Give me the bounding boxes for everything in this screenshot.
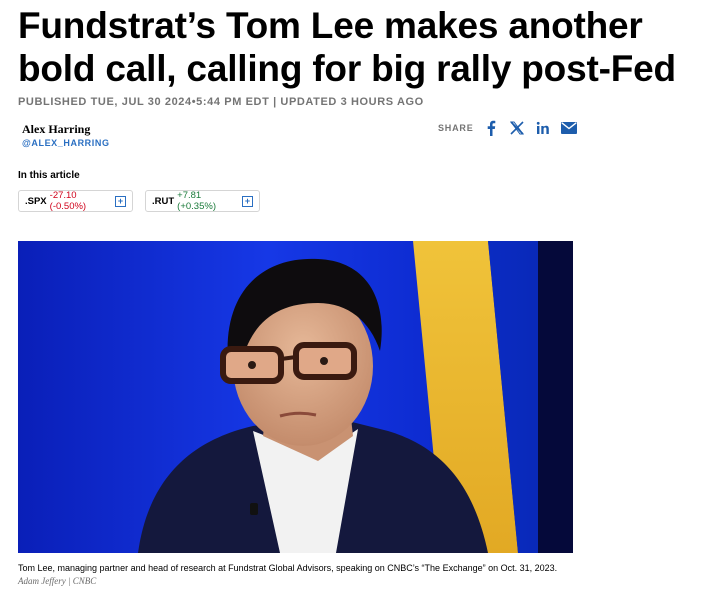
plus-icon[interactable]: + <box>242 195 253 207</box>
plus-icon[interactable]: + <box>115 195 126 207</box>
article-headline: Fundstrat’s Tom Lee makes another bold c… <box>18 5 676 89</box>
in-this-article-label: In this article <box>18 170 80 181</box>
article-photo <box>18 241 573 553</box>
quote-chip-rut[interactable]: .RUT +7.81 (+0.35%) + <box>145 190 260 212</box>
quote-ticker: .SPX <box>25 195 47 207</box>
linkedin-icon[interactable] <box>534 119 552 137</box>
author-byline: Alex Harring @ALEX_HARRING <box>22 122 110 148</box>
author-name-link[interactable]: Alex Harring <box>22 122 110 137</box>
quote-ticker: .RUT <box>152 195 175 207</box>
email-icon[interactable] <box>560 119 578 137</box>
share-label: SHARE <box>438 123 474 133</box>
published-timestamp: PUBLISHED TUE, JUL 30 2024•5:44 PM EDT |… <box>18 96 424 108</box>
quote-chip-spx[interactable]: .SPX -27.10 (-0.50%) + <box>18 190 133 212</box>
quote-change: +7.81 (+0.35%) <box>177 190 216 212</box>
photo-credit: Adam Jeffery | CNBC <box>18 576 97 586</box>
facebook-icon[interactable] <box>482 119 500 137</box>
share-bar: SHARE <box>438 119 586 137</box>
quote-change: -27.10 (-0.50%) <box>49 190 87 212</box>
author-handle-link[interactable]: @ALEX_HARRING <box>22 138 110 148</box>
photo-portrait-illustration <box>18 241 573 553</box>
x-icon[interactable] <box>508 119 526 137</box>
photo-caption: Tom Lee, managing partner and head of re… <box>18 563 558 573</box>
